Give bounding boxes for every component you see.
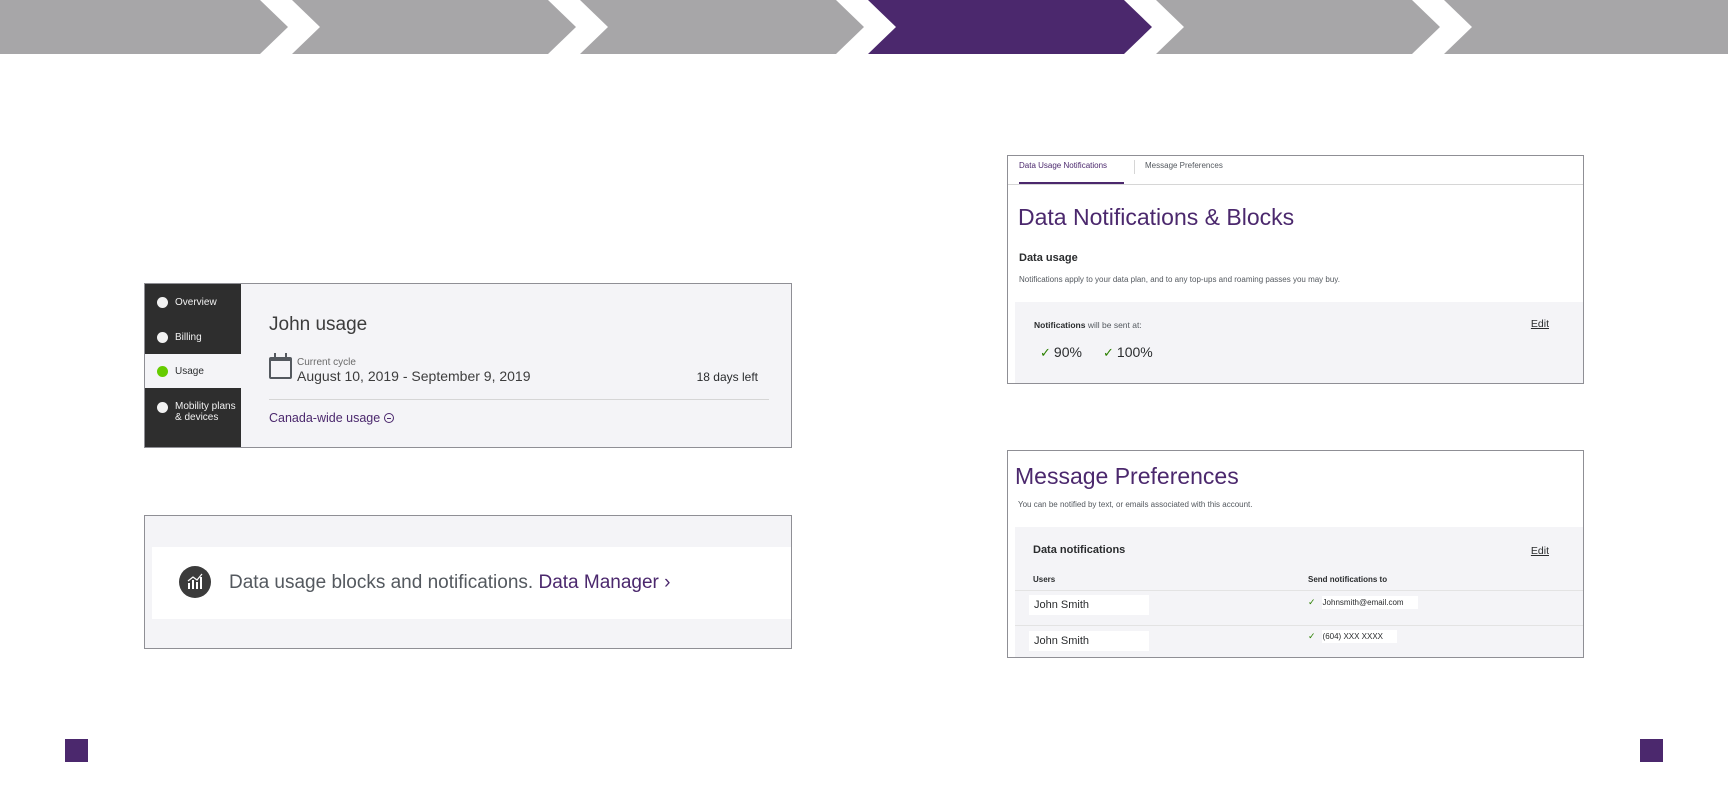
checkmark-icon: ✓ [1103, 345, 1114, 360]
dollar-icon [157, 332, 168, 343]
checkmark-icon: ✓ [1040, 345, 1051, 360]
destination-value: (604) XXX XXXX [1321, 630, 1398, 643]
row-divider [1015, 625, 1583, 626]
chevron-right-icon: › [664, 572, 671, 593]
account-sidebar: Overview Billing Usage Mobility plans & … [145, 284, 241, 447]
user-icon [157, 297, 168, 308]
sidebar-item-mobility[interactable]: Mobility plans & devices [145, 388, 241, 447]
destination-value: Johnsmith@email.com [1321, 596, 1418, 609]
sidebar-item-overview[interactable]: Overview [145, 284, 241, 319]
data-manager-banner: Data usage blocks and notifications. Dat… [152, 547, 791, 619]
calendar-icon [269, 353, 292, 379]
tab-message-preferences[interactable]: Message Preferences [1145, 161, 1223, 170]
notification-thresholds-box: Notifications will be sent at: Edit ✓ 90%… [1015, 302, 1583, 383]
section-heading: Data notifications [1033, 544, 1126, 556]
usage-icon [157, 366, 168, 377]
cycle-dates: August 10, 2019 - September 9, 2019 [297, 368, 531, 384]
edit-preferences-link[interactable]: Edit [1531, 545, 1549, 557]
divider [269, 399, 769, 400]
sidebar-item-label: & devices [175, 412, 219, 423]
data-manager-screenshot-panel: Data usage blocks and notifications. Dat… [144, 515, 792, 649]
destination-cell: ✓ Johnsmith@email.com [1308, 596, 1418, 609]
page-title: Message Preferences [1015, 463, 1239, 489]
stepper-step [1156, 0, 1440, 54]
tab-divider [1134, 160, 1135, 174]
page-title: John usage [269, 314, 368, 335]
data-manager-description: Data usage blocks and notifications. [229, 572, 534, 593]
sidebar-item-usage[interactable]: Usage [145, 354, 241, 388]
days-left: 18 days left [696, 370, 758, 384]
data-notifications-box: Data notifications Edit Users Send notif… [1015, 527, 1583, 657]
phone-icon [157, 402, 168, 413]
data-manager-link-label: Data Manager [538, 572, 659, 593]
row-divider [1015, 590, 1583, 591]
usage-screenshot-panel: Overview Billing Usage Mobility plans & … [144, 283, 792, 448]
edit-notifications-link[interactable]: Edit [1531, 318, 1549, 330]
message-preferences-screenshot-panel: Message Preferences You can be notified … [1007, 450, 1584, 658]
stepper-step [0, 0, 288, 54]
page-title: Data Notifications & Blocks [1018, 204, 1295, 230]
data-manager-text: Data usage blocks and notifications. Dat… [229, 572, 670, 594]
stepper-step [580, 0, 864, 54]
active-tab-indicator [1019, 182, 1124, 184]
threshold-90: ✓ 90% [1040, 344, 1082, 361]
threshold-value: 90 [1053, 344, 1070, 360]
progress-stepper [0, 0, 1728, 54]
threshold-value: 100 [1116, 344, 1141, 360]
notifications-sent-label: Notifications will be sent at: [1034, 320, 1142, 330]
threshold-unit: % [1069, 344, 1082, 360]
sidebar-item-label: Usage [175, 366, 204, 377]
notifications-bold-label: Notifications [1034, 320, 1086, 330]
sidebar-item-label: Billing [175, 332, 202, 343]
tab-bar: Data Usage Notifications Message Prefere… [1008, 156, 1583, 185]
destination-cell: ✓ (604) XXX XXXX [1308, 630, 1398, 643]
user-cell: John Smith [1029, 595, 1149, 615]
data-manager-link[interactable]: Data Manager › [538, 572, 670, 593]
data-notifications-screenshot-panel: Data Usage Notifications Message Prefere… [1007, 155, 1584, 384]
current-cycle-label: Current cycle [297, 357, 356, 368]
sidebar-item-label: Overview [175, 297, 217, 308]
sidebar-item-label: Mobility plans [175, 401, 236, 412]
checkmark-icon: ✓ [1308, 631, 1316, 641]
canada-wide-usage-label: Canada-wide usage [269, 411, 381, 425]
stepper-step-active [868, 0, 1152, 54]
column-header-send-to: Send notifications to [1308, 575, 1388, 584]
tab-data-usage-notifications[interactable]: Data Usage Notifications [1019, 161, 1107, 170]
section-description: Notifications apply to your data plan, a… [1019, 275, 1340, 284]
threshold-100: ✓ 100% [1103, 344, 1153, 361]
notifications-sent-rest: will be sent at: [1085, 320, 1142, 330]
section-heading: Data usage [1019, 252, 1078, 264]
page-marker-right [1640, 739, 1663, 762]
stepper-step [292, 0, 576, 54]
bar-chart-icon [179, 566, 211, 598]
threshold-unit: % [1140, 344, 1153, 360]
column-header-users: Users [1033, 575, 1056, 584]
canada-wide-usage-link[interactable]: Canada-wide usage [269, 411, 395, 425]
sidebar-item-billing[interactable]: Billing [145, 319, 241, 354]
checkmark-icon: ✓ [1308, 597, 1316, 607]
collapse-minus-icon [384, 413, 395, 423]
page-marker-left [65, 739, 88, 762]
page-description: You can be notified by text, or emails a… [1018, 500, 1253, 509]
stepper-step [1444, 0, 1728, 54]
user-cell: John Smith [1029, 631, 1149, 651]
